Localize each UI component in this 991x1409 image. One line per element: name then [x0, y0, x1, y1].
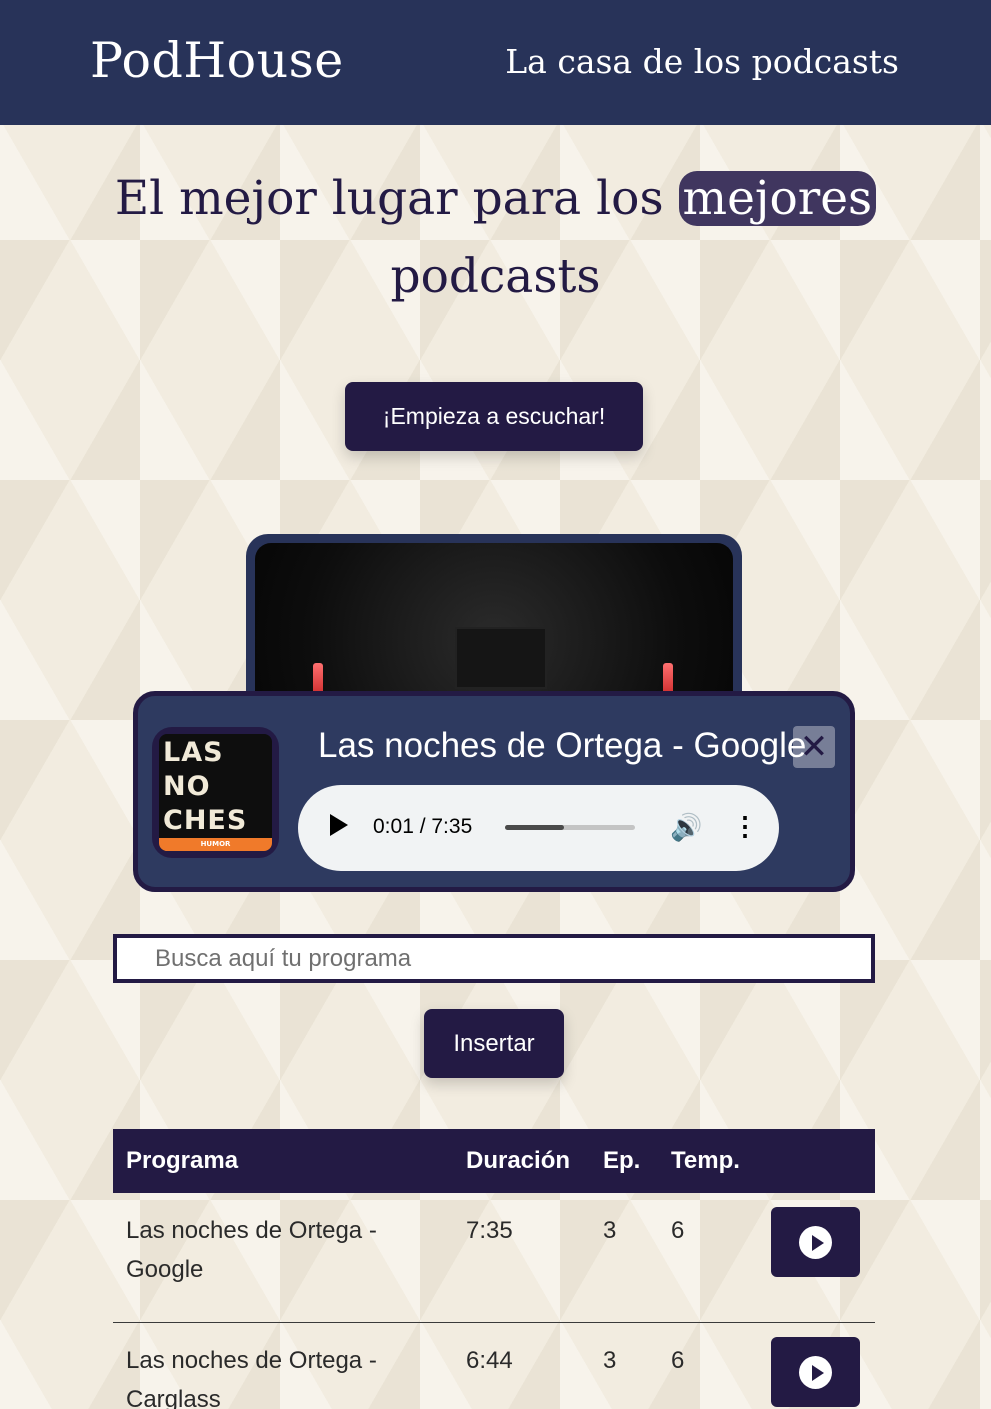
row-episode: 3	[603, 1217, 617, 1244]
insert-button[interactable]: Insertar	[424, 1009, 564, 1078]
play-icon[interactable]	[330, 814, 348, 836]
row-program: Las noches de Ortega - Google	[126, 1217, 377, 1283]
row-play-button[interactable]	[771, 1207, 860, 1277]
cover-genre-band: HUMOR	[159, 838, 272, 851]
more-vertical-icon[interactable]: ⋮	[732, 811, 758, 842]
audio-progress-bar[interactable]	[505, 825, 635, 830]
audio-progress-fill	[505, 825, 564, 830]
volume-icon[interactable]: 🔊	[670, 812, 702, 843]
podcast-cover-art: LAS NO CHES DE ORTEGA HUMOR	[159, 734, 272, 851]
start-listening-button[interactable]: ¡Empieza a escuchar!	[345, 382, 643, 451]
site-logo[interactable]: PodHouse	[90, 32, 344, 89]
row-duration: 6:44	[466, 1346, 513, 1374]
play-circle-icon	[799, 1226, 832, 1259]
cover-art-text: LAS NO CHES DE ORTEGA	[163, 737, 248, 851]
row-program: Las noches de Ortega - Carglass	[126, 1346, 377, 1409]
site-tagline: La casa de los podcasts	[505, 42, 899, 81]
podcast-cover: LAS NO CHES DE ORTEGA HUMOR	[152, 727, 279, 858]
podcast-table: Programa Duración Ep. Temp. Las noches d…	[113, 1129, 875, 1409]
header-program: Programa	[126, 1147, 239, 1174]
close-icon[interactable]: ✕	[793, 726, 835, 768]
studio-screen	[455, 627, 547, 689]
row-duration: 7:35	[466, 1217, 513, 1244]
site-header: PodHouse La casa de los podcasts	[0, 0, 991, 125]
search-input[interactable]	[113, 934, 875, 983]
row-action	[758, 1193, 875, 1322]
header-episode: Ep.	[603, 1147, 641, 1174]
header-season: Temp.	[671, 1147, 740, 1174]
audio-player-card: LAS NO CHES DE ORTEGA HUMOR Las noches d…	[133, 691, 855, 892]
header-action	[758, 1129, 875, 1193]
row-season: 6	[671, 1346, 685, 1374]
table-header-row: Programa Duración Ep. Temp.	[113, 1129, 875, 1193]
hero-title-end: podcasts	[390, 249, 601, 304]
audio-controls[interactable]: 0:01 / 7:35 🔊 ⋮	[298, 785, 779, 871]
table-row: Las noches de Ortega - Google 7:35 3 6	[113, 1193, 875, 1322]
row-episode: 3	[603, 1346, 617, 1374]
row-action	[758, 1322, 875, 1409]
table-row: Las noches de Ortega - Carglass 6:44 3 6	[113, 1322, 875, 1409]
play-circle-icon	[799, 1355, 832, 1389]
hero-title-highlight: mejores	[678, 171, 877, 226]
row-play-button[interactable]	[771, 1336, 860, 1407]
audio-time: 0:01 / 7:35	[373, 815, 473, 838]
player-title: Las noches de Ortega - Google	[318, 726, 807, 765]
header-duration: Duración	[466, 1147, 571, 1174]
row-season: 6	[671, 1217, 685, 1244]
hero-title-start: El mejor lugar para los	[114, 171, 679, 226]
hero-title: El mejor lugar para los mejores podcasts	[0, 160, 991, 316]
